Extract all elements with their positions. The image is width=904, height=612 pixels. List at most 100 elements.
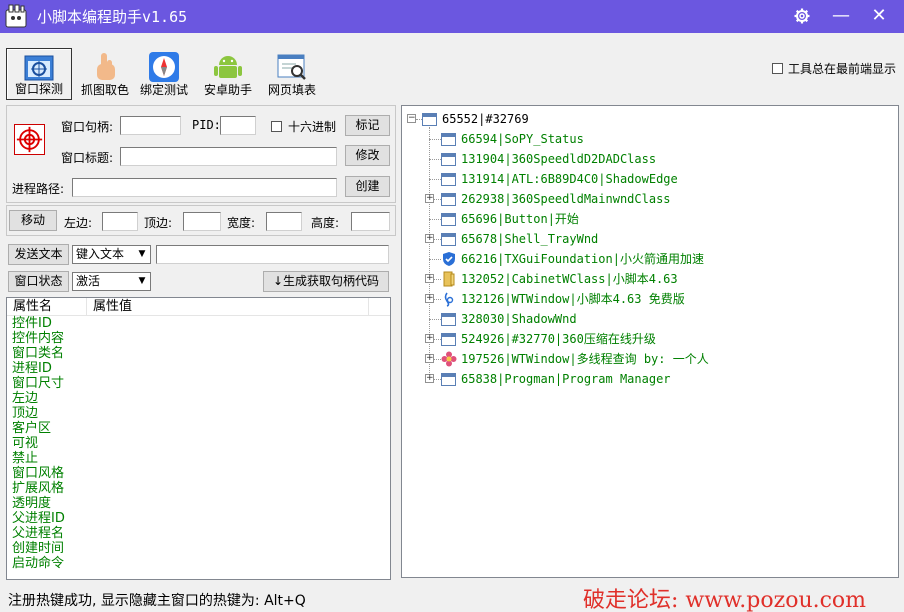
tree-node[interactable]: 328030|ShadowWnd [461, 309, 577, 329]
tool-label: 窗口探测 [14, 82, 63, 96]
path-input[interactable] [72, 178, 337, 197]
create-button[interactable]: 创建 [345, 176, 390, 197]
tree-node[interactable]: 262938|360SpeedldMainwndClass [461, 189, 671, 209]
tree-node[interactable]: 132052|CabinetWClass|小脚本4.63 [461, 269, 678, 289]
expand-toggle[interactable]: + [425, 374, 434, 383]
tool-window-probe[interactable]: 窗口探测 [6, 48, 72, 100]
tree-connector [429, 179, 441, 180]
width-label: 宽度: [227, 216, 256, 230]
title-input[interactable] [120, 147, 337, 166]
watermark: 破走论坛: www.pozou.com [583, 588, 867, 612]
tree-node[interactable]: 66216|TXGuiFoundation|小火箭通用加速 [461, 249, 704, 269]
folder-icon [441, 271, 457, 287]
property-row[interactable]: 控件内容 [12, 331, 65, 346]
property-row[interactable]: 顶边 [12, 406, 65, 421]
send-text-input[interactable] [156, 245, 389, 264]
window-icon [441, 153, 456, 166]
tree-connector [429, 259, 441, 260]
gear-icon[interactable] [789, 4, 815, 28]
window-icon [441, 173, 456, 186]
expand-toggle[interactable]: + [425, 334, 434, 343]
send-text-button[interactable]: 发送文本 [8, 244, 69, 265]
tree-node[interactable]: 131904|360SpeedldD2DADClass [461, 149, 656, 169]
script-icon [441, 291, 457, 307]
hand-pointer-icon [97, 53, 115, 80]
property-list[interactable]: 属性名 属性值 控件ID 控件内容 窗口类名 进程ID 窗口尺寸 左边 顶边 客户区 可视 禁止窗… [6, 297, 391, 580]
generate-handle-code-button[interactable]: ↓生成获取句柄代码 [263, 271, 389, 292]
expand-toggle[interactable]: + [425, 194, 434, 203]
property-row[interactable]: 可视 [12, 436, 65, 451]
property-row[interactable]: 透明度 [12, 496, 65, 511]
close-button[interactable]: ✕ [866, 4, 892, 28]
status-bar: 注册热键成功, 显示隐藏主窗口的热键为: Alt+Q 破走论坛: www.poz… [0, 582, 904, 612]
window-state-value: 激活 [76, 274, 101, 288]
tree-node[interactable]: 132126|WTWindow|小脚本4.63 免费版 [461, 289, 685, 309]
tool-android-helper[interactable]: 安卓助手 [195, 48, 261, 100]
probe-panel: 窗口句柄: PID: 十六进制 标记 窗口标题: 修改 进程路径: 创建 移动 … [6, 105, 396, 580]
expand-toggle[interactable]: + [425, 234, 434, 243]
tree-node[interactable]: 65696|Button|开始 [461, 209, 579, 229]
property-row[interactable]: 扩展风格 [12, 481, 65, 496]
property-row[interactable]: 创建时间 [12, 541, 65, 556]
tree-node[interactable]: 65838|Progman|Program Manager [461, 369, 671, 389]
handle-input[interactable] [120, 116, 181, 135]
tree-node[interactable]: 66594|SoPY_Status [461, 129, 584, 149]
tree-root-node[interactable]: 65552|#32769 [442, 109, 529, 129]
chevron-down-icon: ▼ [138, 249, 146, 259]
collapse-toggle[interactable]: − [407, 114, 416, 123]
property-row[interactable]: 父进程ID [12, 511, 65, 526]
tree-node[interactable]: 197526|WTWindow|多线程查询 by: 一个人 [461, 349, 709, 369]
path-label: 进程路径: [12, 182, 65, 196]
status-message: 注册热键成功, 显示隐藏主窗口的热键为: Alt+Q [8, 593, 306, 609]
window-icon [441, 133, 456, 146]
property-row[interactable]: 客户区 [12, 421, 65, 436]
always-on-top-checkbox[interactable] [772, 63, 783, 74]
title-label: 窗口标题: [61, 151, 114, 165]
mark-button[interactable]: 标记 [345, 115, 390, 136]
property-row[interactable]: 窗口尺寸 [12, 376, 65, 391]
property-row[interactable]: 禁止 [12, 451, 65, 466]
always-on-top-label: 工具总在最前端显示 [788, 62, 897, 76]
tool-capture-color[interactable]: 抓图取色 [72, 48, 138, 100]
tree-node[interactable]: 131914|ATL:6B89D4C0|ShadowEdge [461, 169, 678, 189]
height-input[interactable] [351, 212, 390, 231]
window-state-button[interactable]: 窗口状态 [8, 271, 69, 292]
minimize-button[interactable]: — [828, 4, 854, 28]
property-row[interactable]: 左边 [12, 391, 65, 406]
width-input[interactable] [266, 212, 302, 231]
left-input[interactable] [102, 212, 138, 231]
height-label: 高度: [311, 216, 340, 230]
expand-toggle[interactable]: + [425, 294, 434, 303]
tree-node[interactable]: 65678|Shell_TrayWnd [461, 229, 598, 249]
property-list-header: 属性名 属性值 [7, 298, 390, 316]
window-tree[interactable]: − 65552|#32769 66594|SoPY_Status 131904|360… [401, 105, 899, 578]
move-button[interactable]: 移动 [9, 210, 57, 231]
property-row[interactable]: 启动命令 [12, 556, 65, 571]
tree-connector [429, 319, 441, 320]
expand-toggle[interactable]: + [425, 274, 434, 283]
pid-input[interactable] [220, 116, 256, 135]
expand-toggle[interactable]: + [425, 354, 434, 363]
crosshair-target-icon[interactable] [14, 124, 45, 155]
tool-bind-test[interactable]: 绑定测试 [131, 48, 197, 100]
window-icon [441, 233, 456, 246]
window-icon [441, 313, 456, 326]
column-header-name[interactable]: 属性名 [7, 298, 87, 316]
hex-checkbox[interactable] [271, 121, 282, 132]
window-state-select[interactable]: 激活 ▼ [72, 272, 151, 291]
tree-node[interactable]: 524926|#32770|360压缩在线升级 [461, 329, 656, 349]
window-icon [422, 113, 437, 126]
tool-web-form[interactable]: 网页填表 [259, 48, 325, 100]
property-row[interactable]: 父进程名 [12, 526, 65, 541]
always-on-top-option[interactable]: 工具总在最前端显示 [772, 60, 896, 77]
tool-label: 网页填表 [267, 83, 316, 97]
property-row[interactable]: 窗口风格 [12, 466, 65, 481]
property-row[interactable]: 窗口类名 [12, 346, 65, 361]
property-row[interactable]: 进程ID [12, 361, 65, 376]
column-header-value[interactable]: 属性值 [87, 298, 369, 316]
property-row[interactable]: 控件ID [12, 316, 65, 331]
top-input[interactable] [183, 212, 221, 231]
modify-button[interactable]: 修改 [345, 145, 390, 166]
move-group: 移动 左边: 顶边: 宽度: 高度: [6, 205, 396, 236]
send-mode-select[interactable]: 键入文本 ▼ [72, 245, 151, 264]
